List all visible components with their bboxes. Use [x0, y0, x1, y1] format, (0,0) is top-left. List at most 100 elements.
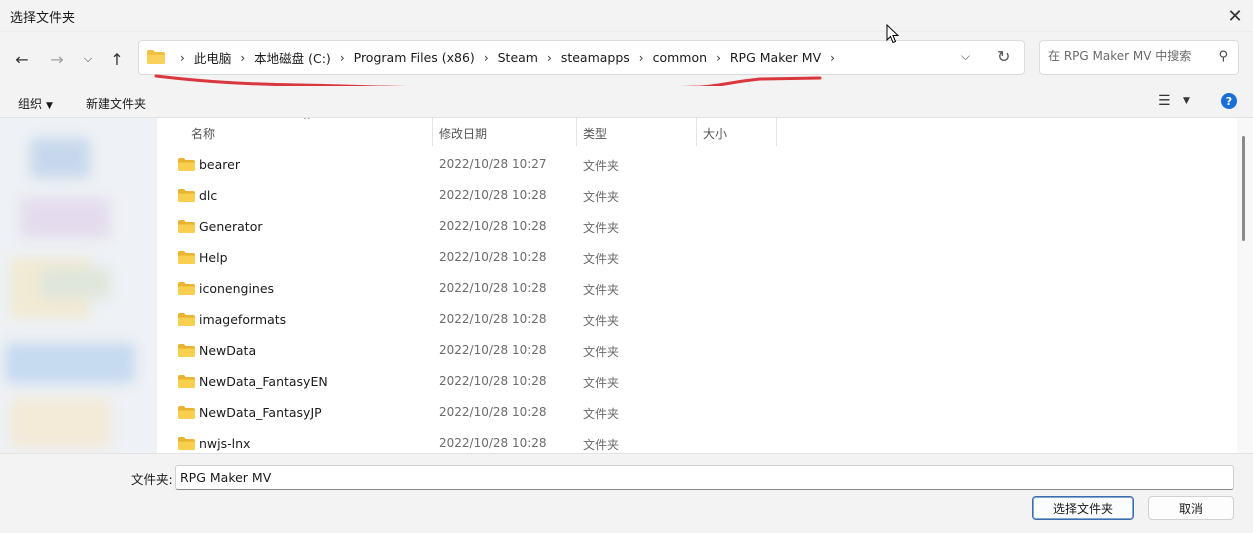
- column-size[interactable]: 大小: [703, 125, 727, 142]
- crumb-local-disk[interactable]: 本地磁盘 (C:): [254, 48, 331, 67]
- file-list-pane[interactable]: ^ 名称 修改日期 类型 大小 bearer 2022/10/28 10:27 …: [157, 118, 1237, 453]
- sort-ascending-icon: ^: [303, 118, 311, 126]
- crumb-common[interactable]: common: [653, 50, 707, 65]
- file-type: 文件夹: [583, 376, 620, 390]
- file-type: 文件夹: [583, 159, 620, 173]
- file-type: 文件夹: [583, 221, 620, 235]
- chevron-right-icon[interactable]: ›: [547, 51, 552, 65]
- chevron-right-icon[interactable]: ›: [639, 51, 644, 65]
- crumb-program-files[interactable]: Program Files (x86): [354, 50, 475, 65]
- address-bar[interactable]: › 此电脑 › 本地磁盘 (C:) › Program Files (x86) …: [138, 40, 1025, 75]
- blurred-nav-item: [20, 198, 110, 238]
- file-modified: 2022/10/28 10:28: [439, 188, 547, 202]
- file-row[interactable]: Help 2022/10/28 10:28 文件夹: [157, 243, 1237, 274]
- vertical-scrollbar[interactable]: [1237, 118, 1253, 453]
- file-row[interactable]: nwjs-lnx 2022/10/28 10:28 文件夹: [157, 429, 1237, 453]
- file-row[interactable]: dlc 2022/10/28 10:28 文件夹: [157, 181, 1237, 212]
- navigation-bar: ← → ⌵ ↑ › 此电脑 › 本地磁盘 (C:) › Program File…: [0, 32, 1253, 86]
- blurred-nav-item: [10, 398, 110, 448]
- file-type: 文件夹: [583, 190, 620, 204]
- cancel-button[interactable]: 取消: [1148, 496, 1234, 520]
- chevron-right-icon[interactable]: ›: [830, 51, 835, 65]
- folder-icon: [178, 406, 195, 419]
- organize-label: 组织: [18, 97, 43, 111]
- folder-name-input[interactable]: [175, 465, 1234, 490]
- file-type: 文件夹: [583, 438, 620, 452]
- search-icon[interactable]: ⚲: [1218, 49, 1228, 64]
- column-modified[interactable]: 修改日期: [439, 125, 487, 142]
- file-name: NewData_FantasyEN: [199, 374, 328, 389]
- file-modified: 2022/10/28 10:27: [439, 157, 547, 171]
- arrow-left-icon[interactable]: ←: [9, 46, 35, 72]
- file-modified: 2022/10/28 10:28: [439, 312, 547, 326]
- file-modified: 2022/10/28 10:28: [439, 343, 547, 357]
- file-row[interactable]: imageformats 2022/10/28 10:28 文件夹: [157, 305, 1237, 336]
- file-modified: 2022/10/28 10:28: [439, 281, 547, 295]
- column-divider[interactable]: [576, 118, 577, 146]
- file-row[interactable]: NewData 2022/10/28 10:28 文件夹: [157, 336, 1237, 367]
- refresh-icon[interactable]: ↻: [997, 47, 1010, 66]
- navigation-pane[interactable]: [0, 118, 157, 453]
- folder-icon: [178, 220, 195, 233]
- close-icon[interactable]: ✕: [1217, 0, 1253, 32]
- folder-icon: [178, 282, 195, 295]
- folder-icon: [178, 158, 195, 171]
- folder-icon: [178, 189, 195, 202]
- mouse-cursor-icon: [886, 24, 900, 44]
- arrow-up-icon[interactable]: ↑: [104, 46, 130, 72]
- file-type: 文件夹: [583, 314, 620, 328]
- address-history-chevron-icon[interactable]: ⌵: [961, 49, 970, 64]
- crumb-this-pc[interactable]: 此电脑: [194, 48, 232, 67]
- file-type: 文件夹: [583, 252, 620, 266]
- crumb-steam[interactable]: Steam: [498, 50, 538, 65]
- crumb-rpg-maker-mv[interactable]: RPG Maker MV: [730, 50, 821, 65]
- folder-icon: [147, 50, 165, 64]
- organize-menu[interactable]: 组织 ▼: [18, 95, 53, 112]
- file-name: imageformats: [199, 312, 287, 327]
- column-divider[interactable]: [696, 118, 697, 146]
- file-modified: 2022/10/28 10:28: [439, 436, 547, 450]
- window-title: 选择文件夹: [10, 11, 76, 26]
- file-name: Help: [199, 250, 228, 265]
- scrollbar-thumb[interactable]: [1242, 136, 1245, 241]
- file-modified: 2022/10/28 10:28: [439, 219, 547, 233]
- chevron-right-icon[interactable]: ›: [716, 51, 721, 65]
- help-icon[interactable]: ?: [1221, 93, 1237, 109]
- chevron-right-icon[interactable]: ›: [340, 51, 345, 65]
- file-modified: 2022/10/28 10:28: [439, 374, 547, 388]
- folder-icon: [178, 375, 195, 388]
- file-name: Generator: [199, 219, 263, 234]
- chevron-down-icon[interactable]: ⌵: [75, 46, 101, 72]
- column-divider[interactable]: [432, 118, 433, 146]
- file-name: NewData: [199, 343, 257, 358]
- chevron-right-icon[interactable]: ›: [180, 51, 185, 65]
- file-name: nwjs-lnx: [199, 436, 251, 451]
- dialog-footer: 文件夹: 选择文件夹 取消: [0, 453, 1253, 533]
- caret-down-icon: ▼: [46, 101, 53, 111]
- folder-field-label: 文件夹:: [131, 472, 173, 487]
- folder-icon: [178, 344, 195, 357]
- chevron-right-icon[interactable]: ›: [484, 51, 489, 65]
- file-modified: 2022/10/28 10:28: [439, 405, 547, 419]
- chevron-right-icon[interactable]: ›: [240, 51, 245, 65]
- search-box[interactable]: ⚲: [1039, 40, 1239, 75]
- file-row[interactable]: iconengines 2022/10/28 10:28 文件夹: [157, 274, 1237, 305]
- crumb-steamapps[interactable]: steamapps: [561, 50, 630, 65]
- new-folder-button[interactable]: 新建文件夹: [86, 95, 146, 112]
- file-name: iconengines: [199, 281, 275, 296]
- file-name: bearer: [199, 157, 240, 172]
- list-view-icon[interactable]: ☰: [1158, 93, 1171, 109]
- arrow-right-icon[interactable]: →: [44, 46, 70, 72]
- column-type[interactable]: 类型: [583, 125, 607, 142]
- caret-down-icon[interactable]: ▼: [1183, 96, 1190, 106]
- file-row[interactable]: Generator 2022/10/28 10:28 文件夹: [157, 212, 1237, 243]
- column-name[interactable]: 名称: [191, 125, 215, 142]
- file-row[interactable]: NewData_FantasyEN 2022/10/28 10:28 文件夹: [157, 367, 1237, 398]
- search-input[interactable]: [1048, 49, 1208, 63]
- file-name: dlc: [199, 188, 218, 203]
- file-type: 文件夹: [583, 345, 620, 359]
- column-divider[interactable]: [776, 118, 777, 146]
- file-row[interactable]: bearer 2022/10/28 10:27 文件夹: [157, 150, 1237, 181]
- select-folder-button[interactable]: 选择文件夹: [1032, 496, 1134, 520]
- file-row[interactable]: NewData_FantasyJP 2022/10/28 10:28 文件夹: [157, 398, 1237, 429]
